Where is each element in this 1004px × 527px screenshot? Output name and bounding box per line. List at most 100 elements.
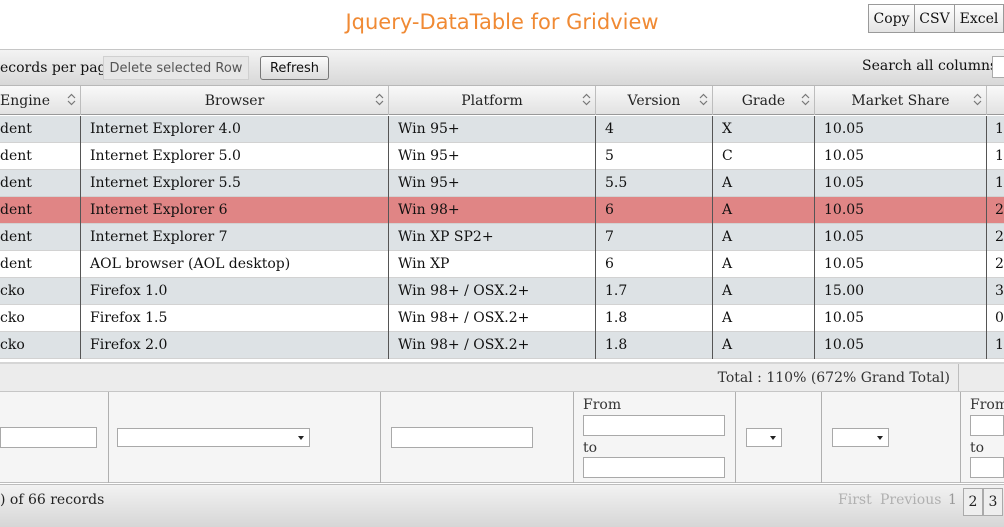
cell-grade: A bbox=[713, 332, 815, 359]
cell-extra: 1 bbox=[995, 337, 1004, 353]
filter-divider bbox=[573, 392, 574, 483]
cell-browser: Internet Explorer 5.5 bbox=[81, 170, 389, 197]
sort-icon bbox=[582, 93, 591, 106]
column-header-label: Market Share bbox=[851, 92, 950, 109]
previous-page-button[interactable]: Previous bbox=[880, 492, 941, 508]
cell-market-share: 10.05 bbox=[815, 251, 987, 278]
sort-icon bbox=[375, 93, 384, 106]
column-header-version[interactable]: Version bbox=[596, 86, 713, 115]
cell-market-share: 10.05 bbox=[815, 170, 987, 197]
column-header-label: Platform bbox=[461, 92, 523, 109]
extra-to-input[interactable] bbox=[970, 457, 1004, 478]
cell-version: 6 bbox=[596, 251, 713, 278]
table-row[interactable]: dent AOL browser (AOL desktop) Win XP 6 A 10.… bbox=[0, 251, 1004, 278]
filter-divider bbox=[735, 392, 736, 483]
cell-extra: 0 bbox=[995, 310, 1004, 326]
platform-filter-input[interactable] bbox=[391, 427, 533, 448]
cell-browser: Firefox 1.5 bbox=[81, 305, 389, 332]
cell-grade: A bbox=[713, 278, 815, 305]
extra-from-input[interactable] bbox=[970, 415, 1004, 436]
cell-grade: A bbox=[713, 305, 815, 332]
page-button-1[interactable]: 1 bbox=[948, 492, 957, 508]
cell-version: 1.8 bbox=[596, 305, 713, 332]
cell-extra: 1 bbox=[995, 148, 1004, 164]
column-header-label: Engine bbox=[0, 92, 50, 109]
copy-button[interactable]: Copy bbox=[868, 4, 915, 33]
cell-market-share: 10.05 bbox=[815, 116, 987, 143]
cell-platform: Win 98+ / OSX.2+ bbox=[389, 305, 596, 332]
cell-grade: A bbox=[713, 197, 815, 224]
cell-platform: Win 98+ / OSX.2+ bbox=[389, 278, 596, 305]
sort-icon bbox=[67, 93, 76, 106]
chevron-down-icon bbox=[770, 436, 776, 440]
table-row[interactable]: dent Internet Explorer 5.0 Win 95+ 5 C 10.05 1 bbox=[0, 143, 1004, 170]
cell-browser: Internet Explorer 5.0 bbox=[81, 143, 389, 170]
column-header-browser[interactable]: Browser bbox=[81, 86, 389, 115]
delete-selected-row-button[interactable]: Delete selected Row bbox=[103, 56, 249, 80]
table-row[interactable]: dent Internet Explorer 5.5 Win 95+ 5.5 A 10.0… bbox=[0, 170, 1004, 197]
grade-filter-select[interactable] bbox=[746, 428, 782, 447]
market-share-filter-select[interactable] bbox=[832, 428, 889, 447]
extra-from-label: From bbox=[970, 397, 1004, 413]
page-button-3[interactable]: 3 bbox=[983, 488, 1003, 516]
version-from-label: From bbox=[583, 397, 622, 413]
cell-engine: dent bbox=[0, 251, 81, 278]
browser-filter-select[interactable] bbox=[117, 428, 310, 447]
cell-engine: cko bbox=[0, 278, 81, 305]
cell-browser: AOL browser (AOL desktop) bbox=[81, 251, 389, 278]
cell-market-share: 10.05 bbox=[815, 224, 987, 251]
column-header-engine[interactable]: Engine bbox=[0, 86, 81, 115]
cell-browser: Internet Explorer 6 bbox=[81, 197, 389, 224]
cell-grade: A bbox=[713, 170, 815, 197]
table-row[interactable]: cko Firefox 2.0 Win 98+ / OSX.2+ 1.8 A 10.05 1 bbox=[0, 332, 1004, 359]
cell-version: 5.5 bbox=[596, 170, 713, 197]
cell-engine: cko bbox=[0, 305, 81, 332]
cell-platform: Win 98+ / OSX.2+ bbox=[389, 332, 596, 359]
filter-divider bbox=[821, 392, 822, 483]
table-row[interactable]: dent Internet Explorer 6 Win 98+ 6 A 10.05 2 bbox=[0, 197, 1004, 224]
refresh-button[interactable]: Refresh bbox=[260, 56, 329, 80]
total-divider bbox=[958, 364, 959, 392]
column-header-platform[interactable]: Platform bbox=[389, 86, 596, 115]
cell-browser: Firefox 2.0 bbox=[81, 332, 389, 359]
cell-platform: Win XP bbox=[389, 251, 596, 278]
page-button-2[interactable]: 2 bbox=[963, 488, 983, 516]
column-header-extra[interactable] bbox=[987, 86, 1004, 115]
cell-extra: 2 bbox=[995, 229, 1004, 245]
filter-divider bbox=[108, 392, 109, 483]
cell-engine: dent bbox=[0, 143, 81, 170]
page-title: Jquery-DataTable for Gridview bbox=[345, 10, 659, 34]
cell-browser: Firefox 1.0 bbox=[81, 278, 389, 305]
cell-grade: C bbox=[713, 143, 815, 170]
column-header-market-share[interactable]: Market Share bbox=[815, 86, 987, 115]
cell-engine: dent bbox=[0, 170, 81, 197]
cell-engine: cko bbox=[0, 332, 81, 359]
cell-extra: 2 bbox=[995, 202, 1004, 218]
cell-extra: 1 bbox=[995, 121, 1004, 137]
engine-filter-input[interactable] bbox=[0, 427, 97, 448]
first-page-button[interactable]: First bbox=[838, 492, 872, 508]
column-header-grade[interactable]: Grade bbox=[713, 86, 815, 115]
cell-engine: dent bbox=[0, 116, 81, 143]
cell-browser: Internet Explorer 4.0 bbox=[81, 116, 389, 143]
cell-market-share: 10.05 bbox=[815, 332, 987, 359]
table-row[interactable]: dent Internet Explorer 7 Win XP SP2+ 7 A 10.0… bbox=[0, 224, 1004, 251]
cell-version: 5 bbox=[596, 143, 713, 170]
csv-button[interactable]: CSV bbox=[914, 4, 955, 33]
table-row[interactable]: dent Internet Explorer 4.0 Win 95+ 4 X 10.05 1 bbox=[0, 116, 1004, 143]
search-label: Search all columns: bbox=[862, 58, 1002, 74]
cell-platform: Win XP SP2+ bbox=[389, 224, 596, 251]
records-info: ) of 66 records bbox=[0, 492, 105, 508]
excel-button[interactable]: Excel bbox=[954, 4, 1004, 33]
cell-extra: 1 bbox=[995, 175, 1004, 191]
cell-platform: Win 95+ bbox=[389, 143, 596, 170]
table-row[interactable]: cko Firefox 1.5 Win 98+ / OSX.2+ 1.8 A 10.05 0 bbox=[0, 305, 1004, 332]
column-header-label: Grade bbox=[741, 92, 786, 109]
search-input[interactable] bbox=[992, 56, 1004, 78]
table-row[interactable]: cko Firefox 1.0 Win 98+ / OSX.2+ 1.7 A 15.00 3 bbox=[0, 278, 1004, 305]
sort-icon bbox=[801, 93, 810, 106]
version-to-input[interactable] bbox=[583, 457, 725, 478]
cell-version: 1.8 bbox=[596, 332, 713, 359]
cell-platform: Win 95+ bbox=[389, 170, 596, 197]
version-from-input[interactable] bbox=[583, 415, 725, 436]
